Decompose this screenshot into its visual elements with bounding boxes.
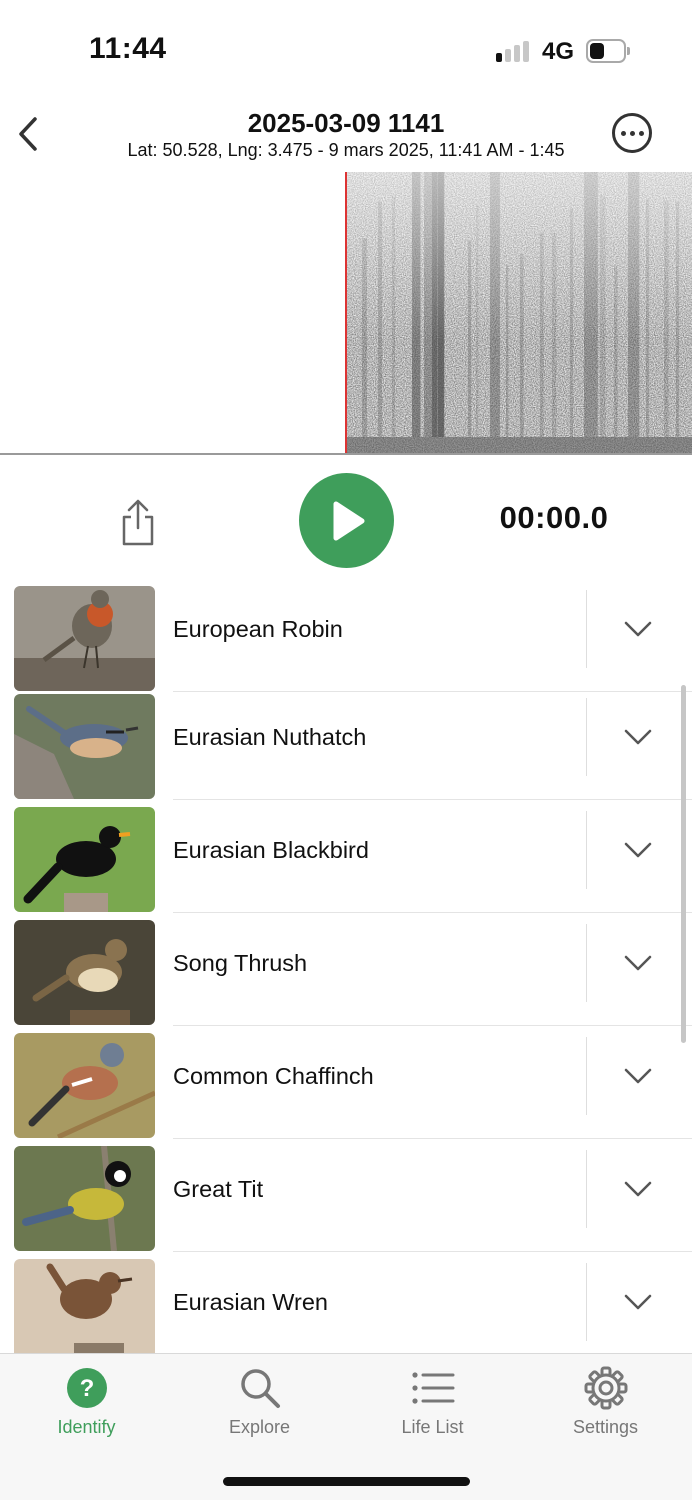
share-button[interactable] bbox=[116, 498, 160, 548]
expand-button[interactable] bbox=[614, 720, 662, 754]
divider bbox=[586, 924, 587, 1002]
cellular-signal-icon bbox=[496, 40, 532, 62]
expand-button[interactable] bbox=[614, 1059, 662, 1093]
species-row[interactable]: Eurasian Wren bbox=[0, 1259, 692, 1353]
player-controls: 00:00.0 bbox=[0, 456, 692, 586]
tab-bar: ? Identify Explore Life List Settings bbox=[0, 1353, 692, 1500]
playback-time: 00:00.0 bbox=[499, 500, 609, 535]
share-icon bbox=[122, 499, 154, 546]
tab-label: Explore bbox=[228, 1417, 291, 1437]
species-name: Eurasian Blackbird bbox=[173, 837, 369, 863]
svg-text:?: ? bbox=[80, 1375, 95, 1402]
species-name: Eurasian Wren bbox=[173, 1289, 328, 1315]
bird-photo-eurasian-blackbird bbox=[14, 807, 155, 912]
tab-identify[interactable]: ? Identify bbox=[0, 1354, 173, 1454]
recording-header: 2025-03-09 1141 Lat: 50.528, Lng: 3.475 … bbox=[0, 100, 692, 170]
row-divider bbox=[173, 912, 692, 913]
bird-photo-eurasian-wren bbox=[14, 1259, 155, 1353]
species-name: Eurasian Nuthatch bbox=[173, 724, 367, 750]
gear-icon bbox=[584, 1366, 628, 1410]
row-divider bbox=[173, 691, 692, 692]
divider bbox=[586, 1037, 587, 1115]
chevron-down-icon bbox=[624, 729, 652, 745]
recording-subtitle: Lat: 50.528, Lng: 3.475 - 9 mars 2025, 1… bbox=[127, 140, 565, 160]
question-circle-icon: ? bbox=[65, 1366, 109, 1410]
species-row[interactable]: Eurasian Nuthatch bbox=[0, 694, 692, 807]
species-list[interactable]: European Robin Eurasian Nuthatch Eurasia… bbox=[0, 586, 692, 1353]
play-button[interactable] bbox=[299, 473, 394, 568]
expand-button[interactable] bbox=[614, 833, 662, 867]
bird-photo-common-chaffinch bbox=[14, 1033, 155, 1138]
tab-label: Settings bbox=[572, 1417, 639, 1437]
home-indicator[interactable] bbox=[223, 1477, 470, 1486]
bird-photo-song-thrush bbox=[14, 920, 155, 1025]
tab-settings[interactable]: Settings bbox=[519, 1354, 692, 1454]
more-options-button[interactable] bbox=[612, 113, 652, 153]
expand-button[interactable] bbox=[614, 946, 662, 980]
chevron-down-icon bbox=[624, 621, 652, 637]
play-icon bbox=[333, 501, 364, 540]
row-divider bbox=[173, 1251, 692, 1252]
expand-button[interactable] bbox=[614, 612, 662, 646]
chevron-down-icon bbox=[624, 1294, 652, 1310]
divider bbox=[586, 590, 587, 668]
species-name: Song Thrush bbox=[173, 950, 308, 976]
species-name: Great Tit bbox=[173, 1176, 264, 1202]
species-name: European Robin bbox=[173, 616, 343, 642]
divider bbox=[586, 1150, 587, 1228]
row-divider bbox=[173, 1138, 692, 1139]
species-row[interactable]: European Robin bbox=[0, 586, 692, 699]
expand-button[interactable] bbox=[614, 1285, 662, 1319]
search-icon bbox=[238, 1366, 282, 1410]
network-type: 4G bbox=[542, 38, 575, 65]
status-time: 11:44 bbox=[89, 32, 167, 65]
species-name: Common Chaffinch bbox=[173, 1063, 374, 1089]
chevron-down-icon bbox=[624, 1068, 652, 1084]
tab-label: Identify bbox=[57, 1417, 116, 1437]
species-row[interactable]: Eurasian Blackbird bbox=[0, 807, 692, 920]
list-icon bbox=[411, 1366, 455, 1410]
tab-explore[interactable]: Explore bbox=[173, 1354, 346, 1454]
chevron-down-icon bbox=[624, 955, 652, 971]
chevron-down-icon bbox=[624, 1181, 652, 1197]
expand-button[interactable] bbox=[614, 1172, 662, 1206]
species-row[interactable]: Common Chaffinch bbox=[0, 1033, 692, 1146]
battery-icon bbox=[586, 39, 630, 63]
recording-title: 2025-03-09 1141 bbox=[247, 108, 445, 138]
species-row[interactable]: Song Thrush bbox=[0, 920, 692, 1033]
ellipsis-icon bbox=[620, 130, 644, 136]
species-row[interactable]: Great Tit bbox=[0, 1146, 692, 1259]
bird-photo-great-tit bbox=[14, 1146, 155, 1251]
chevron-down-icon bbox=[624, 842, 652, 858]
tab-label: Life List bbox=[401, 1417, 464, 1437]
spectrogram[interactable] bbox=[0, 172, 692, 455]
divider bbox=[586, 1263, 587, 1341]
bird-photo-eurasian-nuthatch bbox=[14, 694, 155, 799]
playhead[interactable] bbox=[345, 172, 347, 453]
scrollbar[interactable] bbox=[681, 685, 686, 1043]
divider bbox=[586, 698, 587, 776]
divider bbox=[586, 811, 587, 889]
status-bar: 11:44 4G bbox=[0, 0, 692, 100]
row-divider bbox=[173, 1025, 692, 1026]
bird-photo-european-robin bbox=[14, 586, 155, 691]
row-divider bbox=[173, 799, 692, 800]
tab-life-list[interactable]: Life List bbox=[346, 1354, 519, 1454]
